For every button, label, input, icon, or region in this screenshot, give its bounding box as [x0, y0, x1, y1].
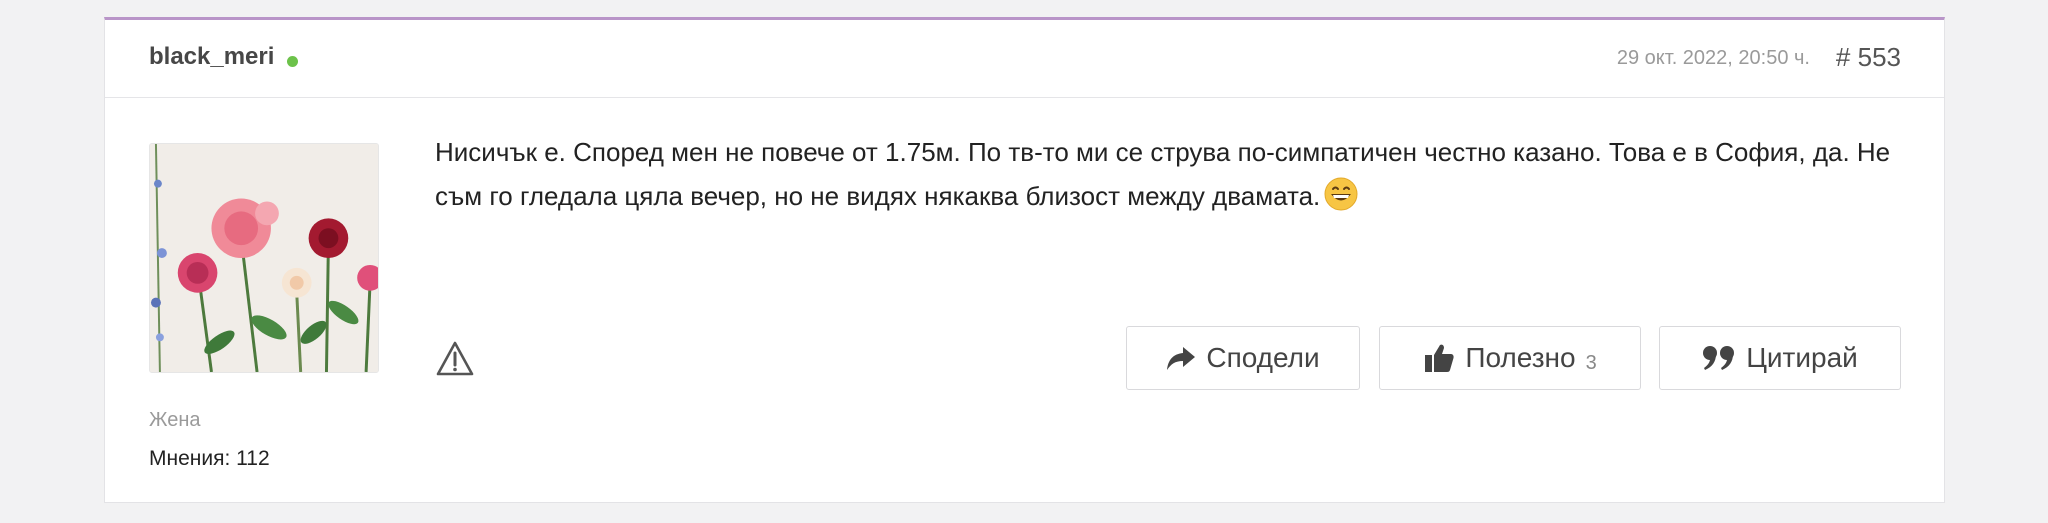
thumbs-up-icon — [1425, 344, 1454, 372]
share-button[interactable]: Сподели — [1126, 326, 1360, 390]
post-message-text: Нисичък е. Според мен не повече от 1.75м… — [435, 137, 1891, 211]
forum-post: black_meri 29 окт. 2022, 20:50 ч. # 553 — [104, 17, 1945, 503]
report-warning-icon[interactable] — [435, 340, 475, 378]
grinning-face-emoji-icon — [1324, 177, 1358, 211]
useful-button-label: Полезно — [1465, 342, 1576, 373]
share-button-label: Сподели — [1206, 342, 1320, 373]
post-header: black_meri 29 окт. 2022, 20:50 ч. # 553 — [105, 20, 1944, 98]
post-message: Нисичък е. Според мен не повече от 1.75м… — [435, 130, 1905, 218]
username-link[interactable]: black_meri — [149, 42, 274, 72]
avatar[interactable] — [149, 143, 379, 373]
quote-button-label: Цитирай — [1746, 342, 1858, 373]
author-opinions-count: Мнения: 112 — [149, 447, 270, 470]
useful-button[interactable]: Полезно 3 — [1379, 326, 1641, 390]
flowers-avatar-image — [150, 144, 378, 372]
online-status-icon — [287, 56, 298, 67]
author-gender: Жена — [149, 409, 201, 431]
quote-button[interactable]: Цитирай — [1659, 326, 1901, 390]
post-number-link[interactable]: # 553 — [1836, 40, 1901, 74]
quote-icon — [1703, 346, 1735, 370]
share-arrow-icon — [1167, 347, 1196, 370]
useful-count: 3 — [1585, 351, 1597, 374]
post-date: 29 окт. 2022, 20:50 ч. — [1616, 47, 1810, 69]
